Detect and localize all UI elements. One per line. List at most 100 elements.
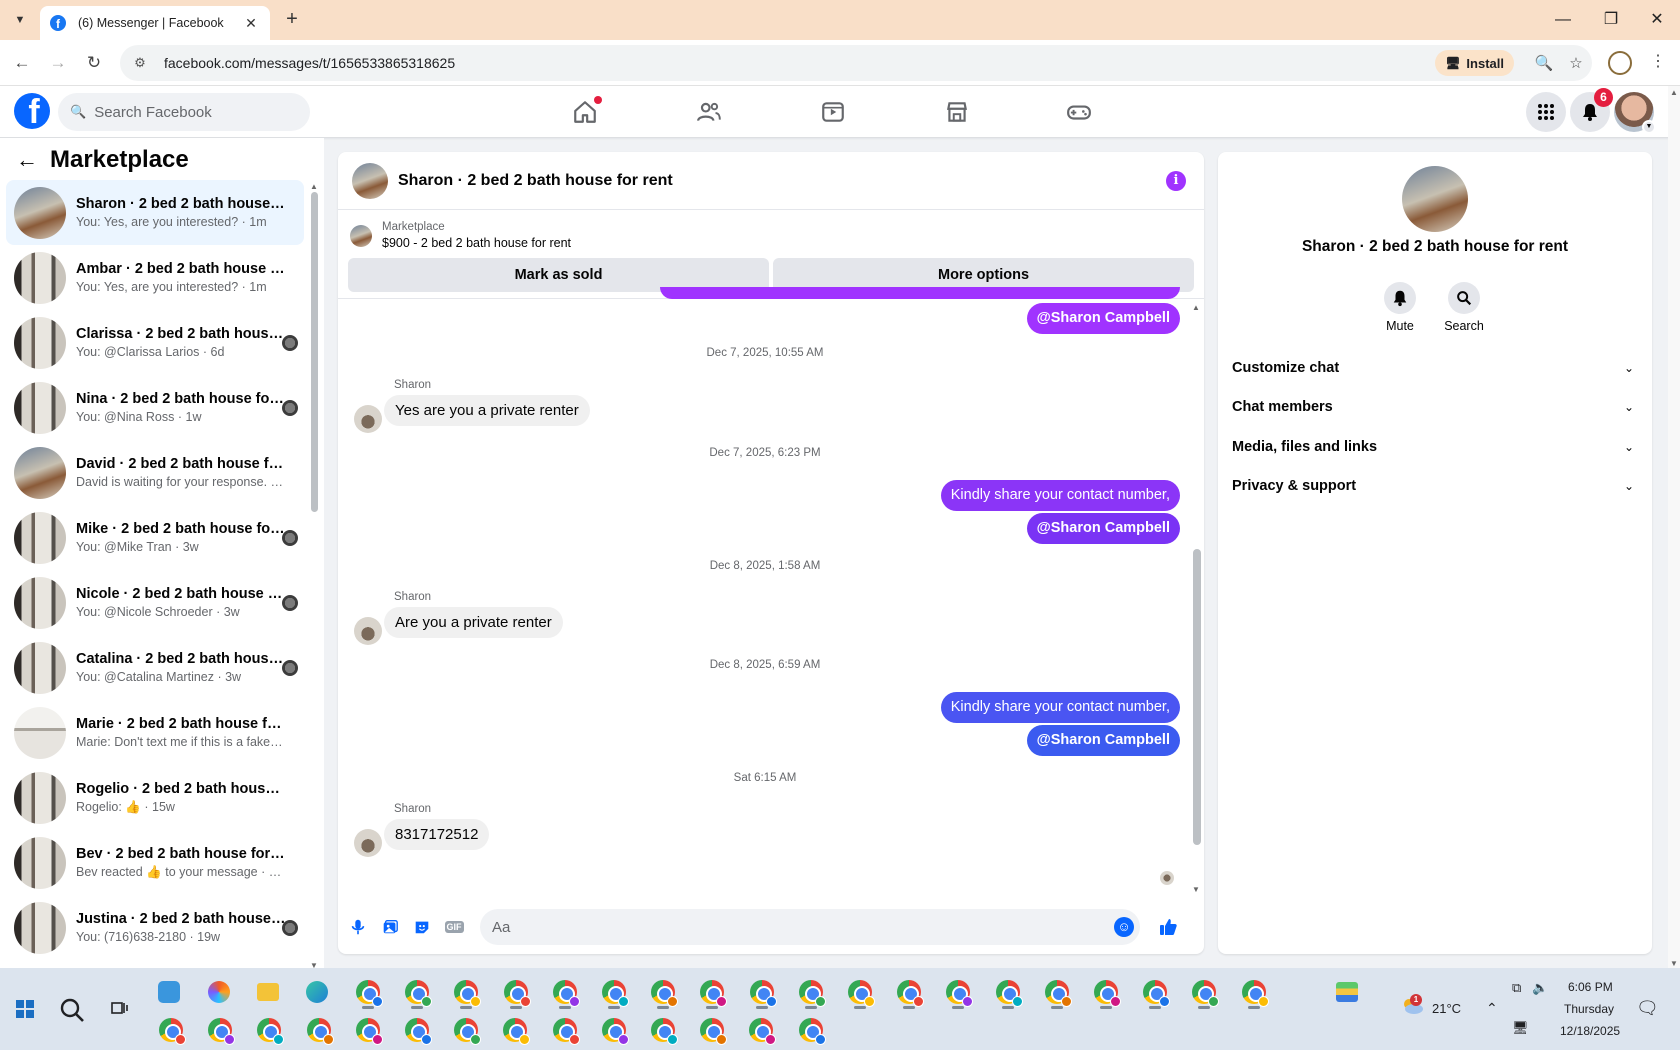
chrome-taskbar-icon[interactable]: [846, 978, 875, 1007]
install-app-button[interactable]: 🖥 Install: [1435, 50, 1514, 76]
volume-icon[interactable]: 🔈: [1532, 980, 1548, 996]
search-conversation-button[interactable]: [1448, 282, 1480, 314]
conversation-item[interactable]: Sharon · 2 bed 2 bath house for rent You:…: [6, 180, 304, 245]
chrome-taskbar-icon[interactable]: [747, 1016, 777, 1045]
search-action[interactable]: Search: [1434, 282, 1494, 333]
nav-gaming[interactable]: [1034, 88, 1124, 136]
conversation-item[interactable]: Clarissa · 2 bed 2 bath house for rent Yo…: [6, 310, 304, 375]
conversation-item[interactable]: David · 2 bed 2 bath house for rent David…: [6, 440, 304, 505]
chrome-taskbar-icon[interactable]: [551, 978, 580, 1007]
sticker-button[interactable]: [406, 911, 438, 943]
conversation-item[interactable]: Nicole · 2 bed 2 bath house for rent You:…: [6, 570, 304, 635]
edge-icon[interactable]: [303, 978, 331, 1006]
conversation-item[interactable]: Nina · 2 bed 2 bath house for rent You: @…: [6, 375, 304, 440]
forward-icon[interactable]: →: [46, 51, 70, 75]
message-bubble-outgoing[interactable]: Kindly share your contact number,: [940, 480, 1180, 511]
message-bubble-outgoing[interactable]: Kindly share your contact number,: [940, 692, 1180, 723]
section-chat-members[interactable]: Chat members ⌄: [1232, 388, 1638, 428]
chrome-taskbar-icon[interactable]: [895, 978, 925, 1007]
section-customize-chat[interactable]: Customize chat ⌄: [1232, 348, 1638, 388]
message-input-wrapper[interactable]: ☺: [480, 909, 1140, 945]
restore-button[interactable]: ❐: [1588, 6, 1634, 34]
snipping-tool-icon[interactable]: [155, 978, 183, 1006]
chrome-taskbar-icon[interactable]: [994, 978, 1023, 1007]
close-window-button[interactable]: ✕: [1634, 6, 1680, 34]
sidebar-scrollbar[interactable]: ▲ ▼: [310, 182, 318, 968]
task-view-icon[interactable]: [110, 998, 130, 1018]
copilot-icon[interactable]: [205, 978, 233, 1006]
chrome-taskbar-icon[interactable]: [797, 1016, 826, 1045]
chrome-taskbar-icon[interactable]: [551, 1016, 580, 1045]
taskbar-search-icon[interactable]: [58, 996, 86, 1024]
chevron-up-icon[interactable]: ⌃: [1486, 1000, 1498, 1017]
sender-avatar[interactable]: [354, 617, 382, 645]
address-bar[interactable]: ⚙ facebook.com/messages/t/16565338653186…: [120, 45, 1592, 81]
scroll-down-icon[interactable]: ▼: [1670, 959, 1678, 968]
new-tab-button[interactable]: +: [280, 8, 304, 32]
scroll-up-icon[interactable]: ▲: [1192, 303, 1200, 312]
nav-marketplace[interactable]: [912, 88, 1002, 136]
message-bubble-outgoing[interactable]: @Sharon Campbell: [1026, 303, 1180, 334]
listing-row[interactable]: Marketplace $900 - 2 bed 2 bath house fo…: [348, 218, 1194, 254]
zoom-icon[interactable]: 🔍: [1528, 54, 1560, 72]
chat-listing-photo[interactable]: [352, 162, 388, 199]
send-like-button[interactable]: [1152, 911, 1184, 943]
nav-home[interactable]: [540, 88, 630, 136]
voice-clip-button[interactable]: [342, 911, 374, 943]
menu-button[interactable]: [1526, 92, 1566, 132]
chrome-taskbar-icon[interactable]: [502, 978, 531, 1007]
scroll-up-icon[interactable]: ▲: [310, 182, 318, 191]
chrome-taskbar-icon[interactable]: [649, 978, 679, 1007]
back-arrow-icon[interactable]: ←: [16, 147, 46, 173]
windows-start-icon[interactable]: [16, 1000, 34, 1018]
chrome-taskbar-icon[interactable]: [452, 978, 482, 1007]
account-avatar[interactable]: ▼: [1614, 92, 1656, 134]
conversation-item[interactable]: Ambar · 2 bed 2 bath house for rent You: …: [6, 245, 304, 310]
chrome-taskbar-icon[interactable]: [403, 1016, 432, 1045]
chrome-taskbar-icon[interactable]: [600, 978, 629, 1007]
chrome-taskbar-icon[interactable]: [698, 1016, 728, 1045]
chrome-taskbar-icon[interactable]: [1240, 978, 1269, 1007]
browser-menu-icon[interactable]: ⋮: [1648, 51, 1668, 75]
close-tab-icon[interactable]: ✕: [242, 15, 260, 32]
chrome-taskbar-icon[interactable]: [354, 978, 383, 1007]
section-media-files-links[interactable]: Media, files and links ⌄: [1232, 427, 1638, 467]
chrome-taskbar-icon[interactable]: [501, 1016, 531, 1045]
chrome-taskbar-icon[interactable]: [797, 978, 826, 1007]
gif-button[interactable]: GIF: [438, 911, 470, 943]
chrome-taskbar-icon[interactable]: [255, 1016, 285, 1045]
stack-app-icon[interactable]: [1333, 978, 1361, 1006]
chrome-taskbar-icon[interactable]: [1141, 978, 1171, 1007]
message-bubble-outgoing[interactable]: @Sharon Campbell: [1026, 513, 1180, 544]
info-icon[interactable]: i: [1166, 171, 1186, 191]
browser-profile-icon[interactable]: [1608, 51, 1632, 75]
section-privacy-support[interactable]: Privacy & support ⌄: [1232, 467, 1638, 507]
chrome-taskbar-icon[interactable]: [698, 978, 728, 1007]
chrome-taskbar-icon[interactable]: [600, 1016, 629, 1045]
chrome-taskbar-icon[interactable]: [1043, 978, 1072, 1007]
tab-list-button[interactable]: ▼: [8, 8, 32, 32]
chrome-taskbar-icon[interactable]: [305, 1016, 334, 1045]
message-input[interactable]: [492, 918, 1092, 936]
chrome-taskbar-icon[interactable]: [649, 1016, 678, 1045]
conversation-photo[interactable]: [1402, 166, 1468, 232]
scroll-down-icon[interactable]: ▼: [310, 961, 318, 968]
emoji-icon[interactable]: ☺: [1114, 917, 1134, 937]
chrome-taskbar-icon[interactable]: [452, 1016, 482, 1045]
conversation-item[interactable]: Justina · 2 bed 2 bath house for rent You…: [6, 895, 304, 960]
back-icon[interactable]: ←: [10, 51, 34, 75]
chrome-taskbar-icon[interactable]: [354, 1016, 383, 1045]
site-info-icon[interactable]: ⚙: [130, 55, 150, 71]
chrome-taskbar-icon[interactable]: [748, 978, 777, 1007]
clock-time[interactable]: 6:06 PM: [1568, 980, 1613, 994]
chrome-taskbar-icon[interactable]: [157, 1016, 186, 1045]
scrollbar-thumb[interactable]: [311, 192, 318, 512]
conversation-item[interactable]: Mike · 2 bed 2 bath house for rent You: @…: [6, 505, 304, 570]
facebook-logo[interactable]: f: [14, 93, 50, 129]
chrome-taskbar-icon[interactable]: [403, 978, 433, 1007]
temperature[interactable]: 21°C: [1432, 1001, 1461, 1016]
photo-button[interactable]: [374, 911, 406, 943]
conversation-item[interactable]: Rogelio · 2 bed 2 bath house for rent Rog…: [6, 765, 304, 830]
reload-icon[interactable]: ↻: [82, 51, 106, 75]
bookmark-star-icon[interactable]: ☆: [1560, 54, 1592, 72]
